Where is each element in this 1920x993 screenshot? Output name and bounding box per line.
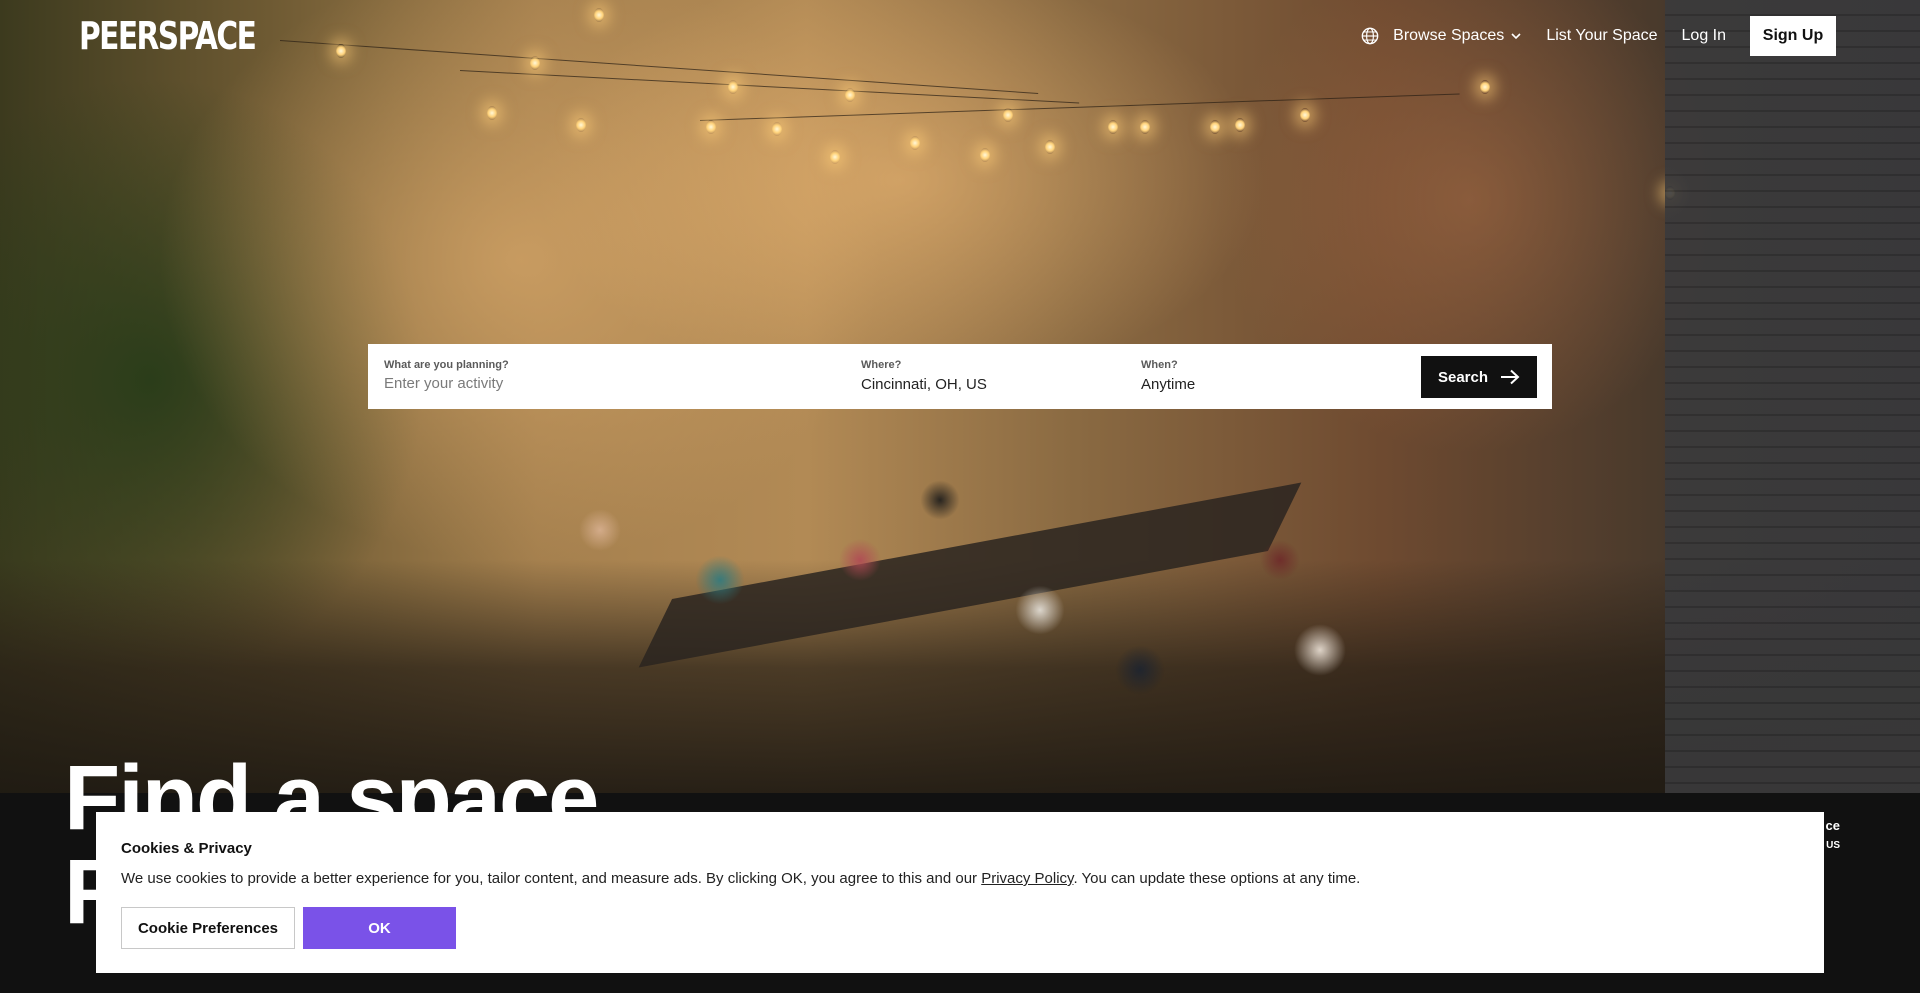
side-caption: ce bbox=[1825, 818, 1840, 833]
location-field-label: Where? bbox=[861, 359, 902, 371]
date-value[interactable]: Anytime bbox=[1141, 376, 1195, 393]
globe-icon[interactable] bbox=[1361, 27, 1379, 45]
location-field[interactable]: Where? Cincinnati, OH, US bbox=[861, 344, 1121, 409]
light-bulb bbox=[980, 148, 990, 162]
light-bulb bbox=[1300, 108, 1310, 122]
cookie-banner-text: We use cookies to provide a better exper… bbox=[121, 870, 1360, 887]
light-bulb bbox=[910, 136, 920, 150]
arrow-right-icon bbox=[1501, 369, 1520, 385]
light-bulb bbox=[1140, 120, 1150, 134]
light-bulb bbox=[830, 150, 840, 164]
date-field-label: When? bbox=[1141, 359, 1178, 371]
brick-wall bbox=[1665, 0, 1920, 793]
search-button[interactable]: Search bbox=[1421, 356, 1537, 398]
light-bulb bbox=[728, 80, 738, 94]
location-value[interactable]: Cincinnati, OH, US bbox=[861, 376, 987, 393]
light-bulb bbox=[1480, 80, 1490, 94]
light-bulb bbox=[1108, 120, 1118, 134]
cookie-text-after: . You can update these options at any ti… bbox=[1073, 870, 1361, 887]
log-in-link[interactable]: Log In bbox=[1682, 27, 1726, 45]
activity-input[interactable] bbox=[384, 375, 824, 392]
string-lights-wire bbox=[699, 93, 1460, 121]
peerspace-logo[interactable]: PEERSPACE bbox=[79, 14, 257, 58]
light-bulb bbox=[487, 106, 497, 120]
nav-links: Browse Spaces List Your Space Log In Sig… bbox=[1361, 16, 1836, 56]
search-bar: What are you planning? Where? Cincinnati… bbox=[368, 344, 1552, 409]
light-bulb bbox=[576, 118, 586, 132]
dinner-guests bbox=[520, 470, 1460, 730]
light-bulb bbox=[706, 120, 716, 134]
privacy-policy-link[interactable]: Privacy Policy bbox=[981, 870, 1073, 887]
side-caption-sub: US bbox=[1826, 840, 1840, 851]
light-bulb bbox=[1235, 118, 1245, 132]
light-bulb bbox=[845, 88, 855, 102]
date-field[interactable]: When? Anytime bbox=[1141, 344, 1401, 409]
light-bulb bbox=[772, 122, 782, 136]
light-bulb bbox=[1003, 108, 1013, 122]
activity-field-label: What are you planning? bbox=[384, 359, 509, 371]
browse-spaces-label: Browse Spaces bbox=[1393, 27, 1505, 44]
light-bulb bbox=[1210, 120, 1220, 134]
cookie-ok-button[interactable]: OK bbox=[303, 907, 456, 949]
cookie-banner: Cookies & Privacy We use cookies to prov… bbox=[96, 812, 1824, 973]
cookie-preferences-button[interactable]: Cookie Preferences bbox=[121, 907, 295, 949]
chevron-down-icon bbox=[1511, 33, 1521, 40]
cookie-banner-title: Cookies & Privacy bbox=[121, 840, 252, 857]
top-navigation: PEERSPACE Browse Spaces List Your Space … bbox=[0, 0, 1920, 72]
list-your-space-link[interactable]: List Your Space bbox=[1546, 27, 1657, 45]
sign-up-button[interactable]: Sign Up bbox=[1750, 16, 1836, 56]
search-button-label: Search bbox=[1437, 368, 1489, 386]
activity-field[interactable]: What are you planning? bbox=[384, 344, 844, 409]
light-bulb bbox=[1045, 140, 1055, 154]
cookie-text-before: We use cookies to provide a better exper… bbox=[121, 870, 982, 887]
browse-spaces-menu[interactable]: Browse Spaces bbox=[1393, 27, 1522, 45]
